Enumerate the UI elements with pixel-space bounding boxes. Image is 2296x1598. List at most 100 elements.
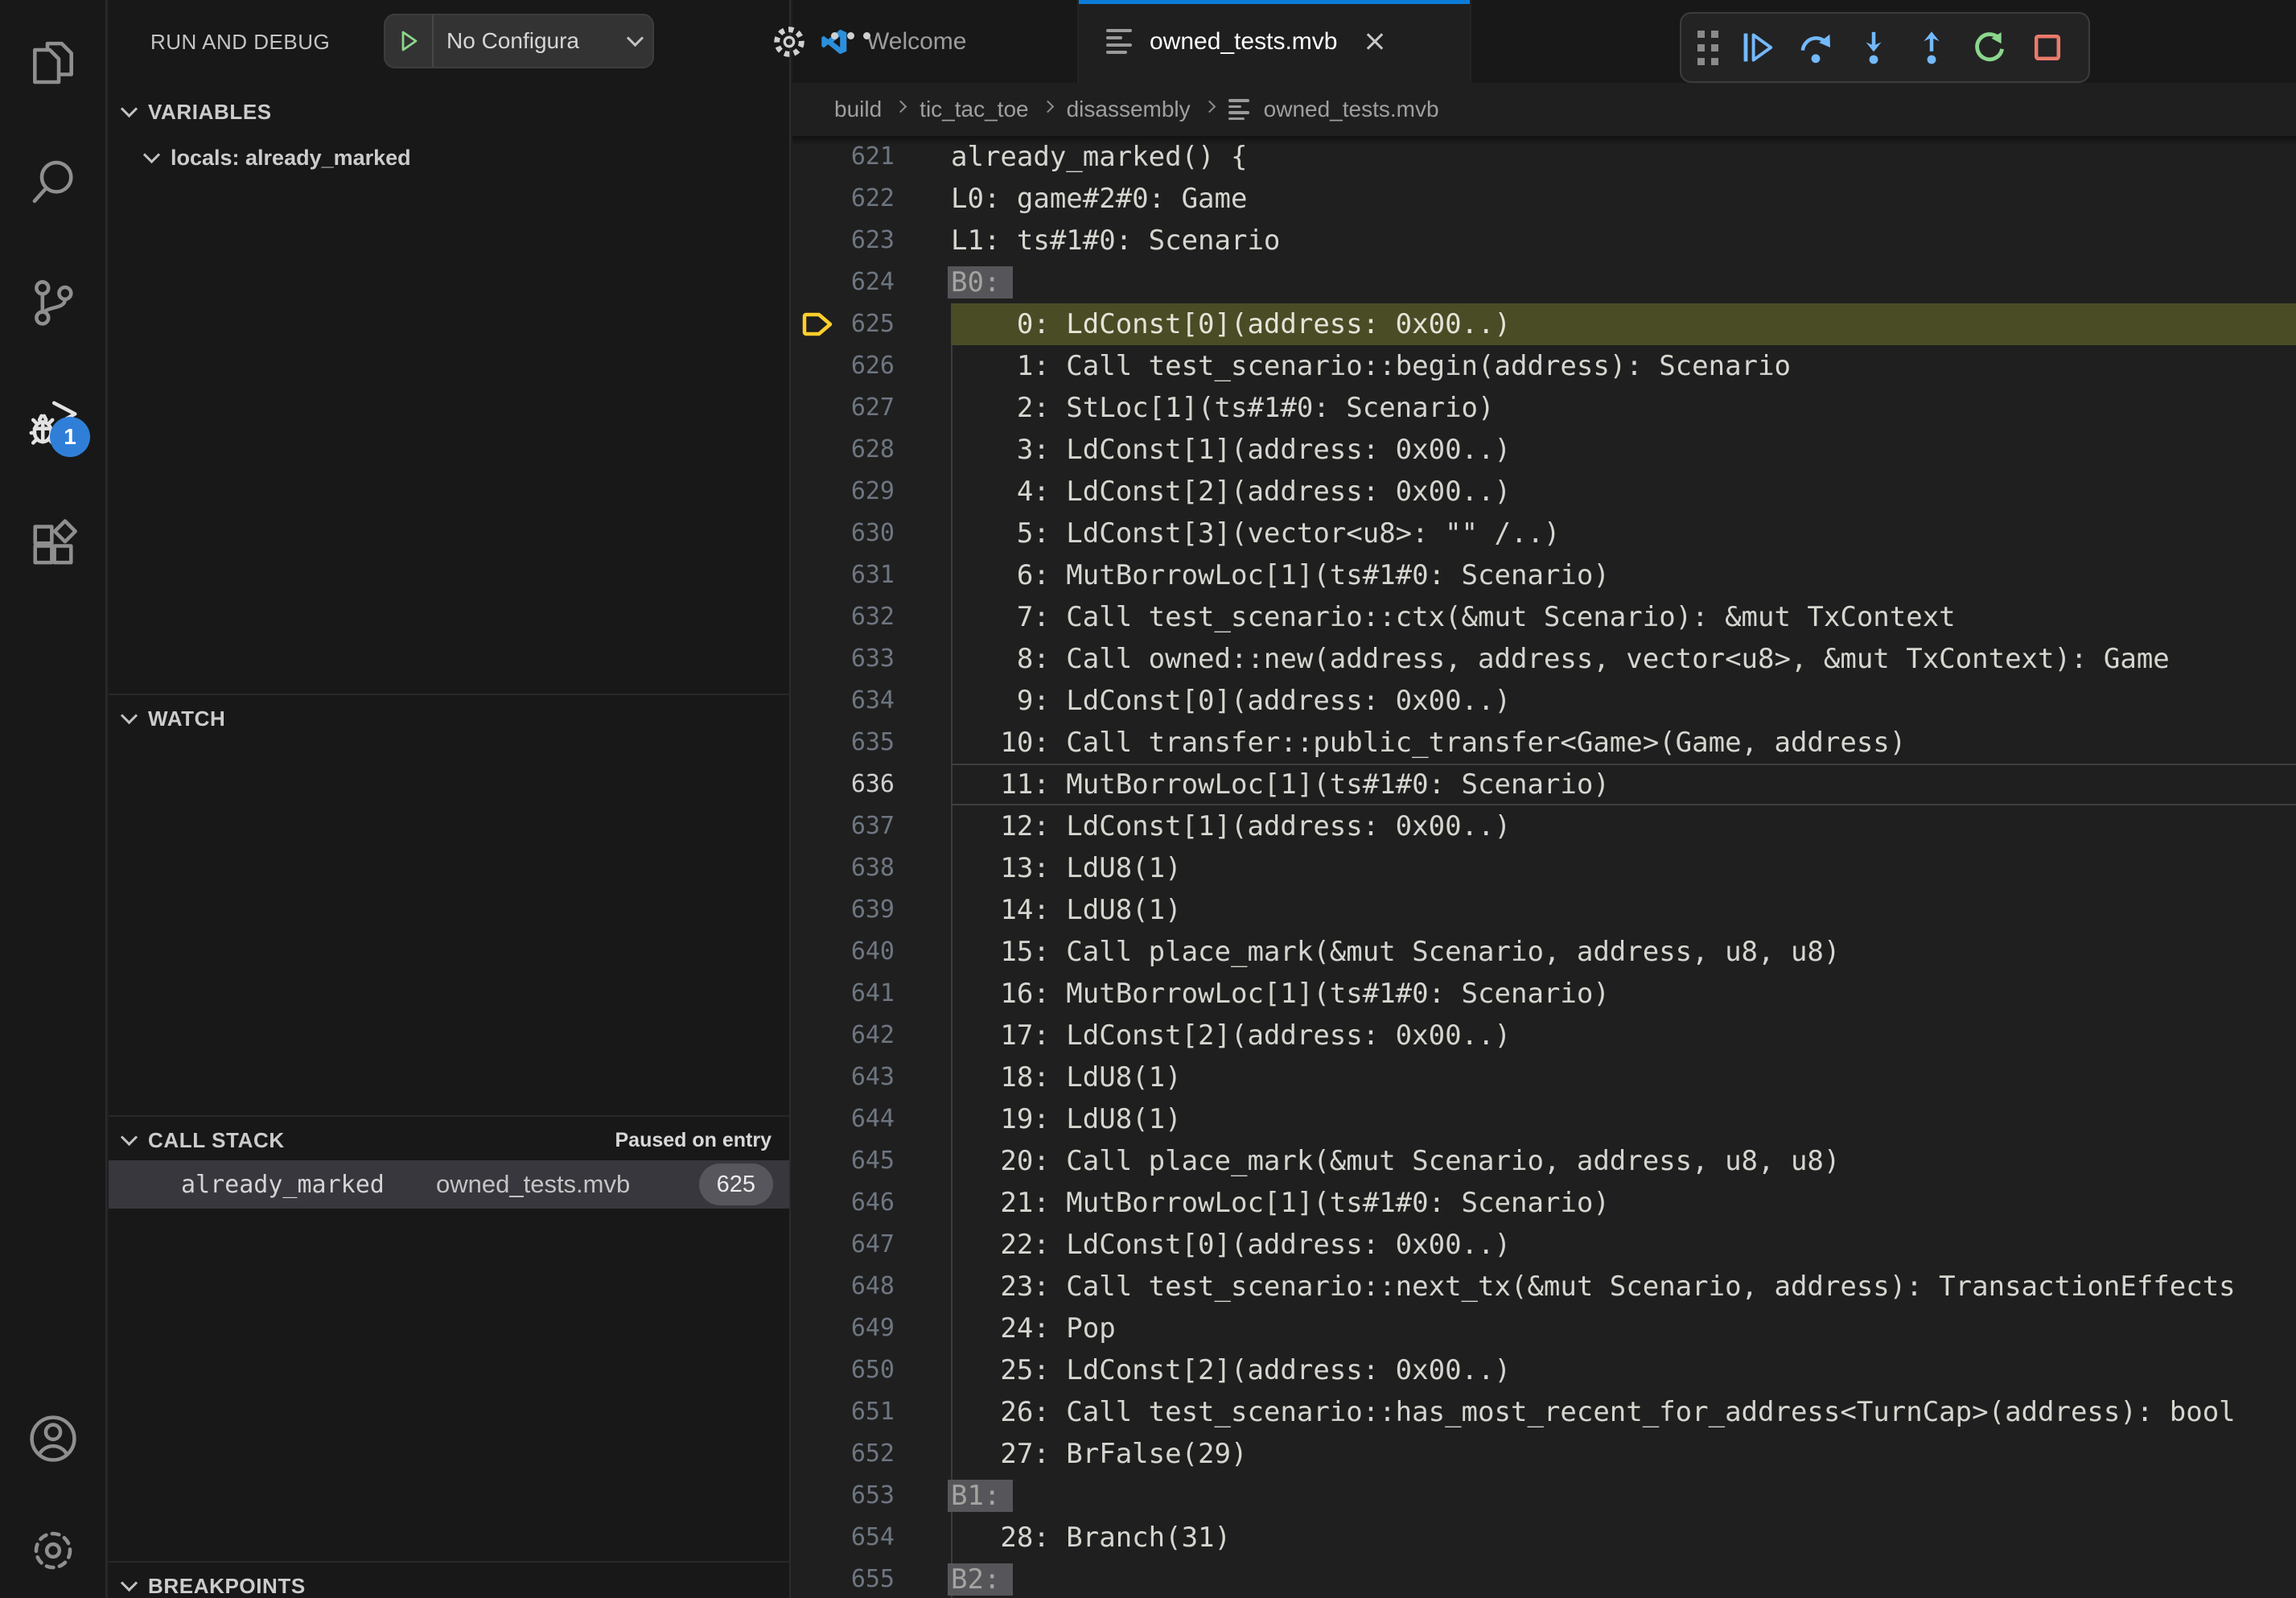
code-line[interactable]: 635 10: Call transfer::public_transfer<G…	[792, 722, 2296, 764]
code-line[interactable]: 642 17: LdConst[2](address: 0x00..)	[792, 1015, 2296, 1056]
line-number[interactable]: 645	[792, 1140, 951, 1182]
code-line[interactable]: 645 20: Call place_mark(&mut Scenario, a…	[792, 1140, 2296, 1182]
more-actions-button[interactable]	[831, 32, 870, 39]
code-line[interactable]: 641 16: MutBorrowLoc[1](ts#1#0: Scenario…	[792, 973, 2296, 1015]
line-number[interactable]: 636	[792, 764, 951, 805]
code-line[interactable]: 640 15: Call place_mark(&mut Scenario, a…	[792, 931, 2296, 973]
close-icon[interactable]	[1361, 28, 1389, 56]
code-line[interactable]: 625 0: LdConst[0](address: 0x00..)	[792, 303, 2296, 345]
line-number[interactable]: 622	[792, 178, 951, 220]
settings-button[interactable]	[0, 1512, 105, 1589]
section-variables[interactable]: VARIABLES	[109, 90, 789, 134]
start-debugging-button[interactable]	[385, 15, 434, 67]
code-line[interactable]: 621already_marked() {	[792, 136, 2296, 178]
code-line[interactable]: 649 24: Pop	[792, 1308, 2296, 1349]
code-line[interactable]: 643 18: LdU8(1)	[792, 1056, 2296, 1098]
line-number[interactable]: 650	[792, 1349, 951, 1391]
code-line[interactable]: 639 14: LdU8(1)	[792, 889, 2296, 931]
line-number[interactable]: 655	[792, 1559, 951, 1598]
step-out-button[interactable]	[1907, 19, 1957, 76]
drag-handle[interactable]	[1697, 31, 1718, 65]
code-line[interactable]: 624B0:	[792, 262, 2296, 303]
line-number[interactable]: 632	[792, 596, 951, 638]
line-number[interactable]: 643	[792, 1056, 951, 1098]
code-line[interactable]: 646 21: MutBorrowLoc[1](ts#1#0: Scenario…	[792, 1182, 2296, 1224]
line-number[interactable]: 640	[792, 931, 951, 973]
code-line[interactable]: 652 27: BrFalse(29)	[792, 1433, 2296, 1475]
code-line[interactable]: 631 6: MutBorrowLoc[1](ts#1#0: Scenario)	[792, 554, 2296, 596]
code-editor[interactable]: 621already_marked() {622L0: game#2#0: Ga…	[792, 136, 2296, 1598]
line-number[interactable]: 631	[792, 554, 951, 596]
code-line[interactable]: 630 5: LdConst[3](vector<u8>: "" /..)	[792, 513, 2296, 554]
code-line[interactable]: 637 12: LdConst[1](address: 0x00..)	[792, 805, 2296, 847]
debug-settings-button[interactable]	[770, 23, 809, 61]
code-line[interactable]: 654 28: Branch(31)	[792, 1517, 2296, 1559]
code-line[interactable]: 653B1:	[792, 1475, 2296, 1517]
sidebar-item-run-and-debug[interactable]: 1	[0, 385, 105, 462]
code-line[interactable]: 655B2:	[792, 1559, 2296, 1598]
tab-welcome[interactable]: Welcome	[792, 0, 1079, 83]
code-line[interactable]: 626 1: Call test_scenario::begin(address…	[792, 345, 2296, 387]
code-line[interactable]: 636 11: MutBorrowLoc[1](ts#1#0: Scenario…	[792, 764, 2296, 805]
line-number[interactable]: 623	[792, 220, 951, 262]
line-number[interactable]: 634	[792, 680, 951, 722]
line-number[interactable]: 635	[792, 722, 951, 764]
code-line[interactable]: 632 7: Call test_scenario::ctx(&mut Scen…	[792, 596, 2296, 638]
tab-owned-tests[interactable]: owned_tests.mvb	[1079, 0, 1471, 83]
line-number[interactable]: 653	[792, 1475, 951, 1517]
stop-button[interactable]	[2022, 19, 2072, 76]
sidebar-item-search[interactable]	[0, 143, 105, 220]
breadcrumb-item[interactable]: tic_tac_toe	[920, 97, 1028, 122]
line-number[interactable]: 646	[792, 1182, 951, 1224]
code-line[interactable]: 650 25: LdConst[2](address: 0x00..)	[792, 1349, 2296, 1391]
step-over-button[interactable]	[1791, 19, 1841, 76]
code-line[interactable]: 644 19: LdU8(1)	[792, 1098, 2296, 1140]
code-line[interactable]: 623L1: ts#1#0: Scenario	[792, 220, 2296, 262]
sidebar-item-source-control[interactable]	[0, 264, 105, 341]
code-line[interactable]: 633 8: Call owned::new(address, address,…	[792, 638, 2296, 680]
line-number[interactable]: 649	[792, 1308, 951, 1349]
line-number[interactable]: 647	[792, 1224, 951, 1266]
line-number[interactable]: 637	[792, 805, 951, 847]
account-button[interactable]	[0, 1400, 105, 1477]
sidebar-item-explorer[interactable]	[0, 23, 105, 100]
line-number[interactable]: 624	[792, 262, 951, 303]
line-number[interactable]: 638	[792, 847, 951, 889]
line-number[interactable]: 633	[792, 638, 951, 680]
line-number[interactable]: 641	[792, 973, 951, 1015]
line-number[interactable]: 648	[792, 1266, 951, 1308]
code-line[interactable]: 628 3: LdConst[1](address: 0x00..)	[792, 429, 2296, 471]
code-line[interactable]: 629 4: LdConst[2](address: 0x00..)	[792, 471, 2296, 513]
line-number[interactable]: 625	[792, 303, 951, 345]
line-number[interactable]: 628	[792, 429, 951, 471]
line-number[interactable]: 621	[792, 136, 951, 178]
debug-config-dropdown[interactable]: No Configura	[384, 14, 654, 68]
breadcrumb-item[interactable]: owned_tests.mvb	[1264, 97, 1439, 122]
sidebar-item-extensions[interactable]	[0, 505, 105, 583]
section-watch[interactable]: WATCH	[109, 697, 789, 740]
line-number[interactable]: 630	[792, 513, 951, 554]
code-line[interactable]: 627 2: StLoc[1](ts#1#0: Scenario)	[792, 387, 2296, 429]
line-number[interactable]: 651	[792, 1391, 951, 1433]
variables-locals-row[interactable]: locals: already_marked	[109, 135, 789, 180]
line-number[interactable]: 644	[792, 1098, 951, 1140]
line-number[interactable]: 654	[792, 1517, 951, 1559]
code-line[interactable]: 648 23: Call test_scenario::next_tx(&mut…	[792, 1266, 2296, 1308]
line-number[interactable]: 626	[792, 345, 951, 387]
line-number[interactable]: 639	[792, 889, 951, 931]
step-into-button[interactable]	[1849, 19, 1899, 76]
line-number[interactable]: 642	[792, 1015, 951, 1056]
code-line[interactable]: 647 22: LdConst[0](address: 0x00..)	[792, 1224, 2296, 1266]
line-number[interactable]: 629	[792, 471, 951, 513]
breadcrumb-item[interactable]: disassembly	[1067, 97, 1191, 122]
code-line[interactable]: 622L0: game#2#0: Game	[792, 178, 2296, 220]
code-line[interactable]: 638 13: LdU8(1)	[792, 847, 2296, 889]
code-line[interactable]: 651 26: Call test_scenario::has_most_rec…	[792, 1391, 2296, 1433]
breadcrumb-item[interactable]: build	[834, 97, 882, 122]
restart-button[interactable]	[1965, 19, 2014, 76]
section-breakpoints[interactable]: BREAKPOINTS	[109, 1564, 789, 1598]
continue-button[interactable]	[1733, 19, 1783, 76]
line-number[interactable]: 652	[792, 1433, 951, 1475]
call-stack-frame[interactable]: already_marked owned_tests.mvb 625	[109, 1160, 789, 1209]
code-line[interactable]: 634 9: LdConst[0](address: 0x00..)	[792, 680, 2296, 722]
